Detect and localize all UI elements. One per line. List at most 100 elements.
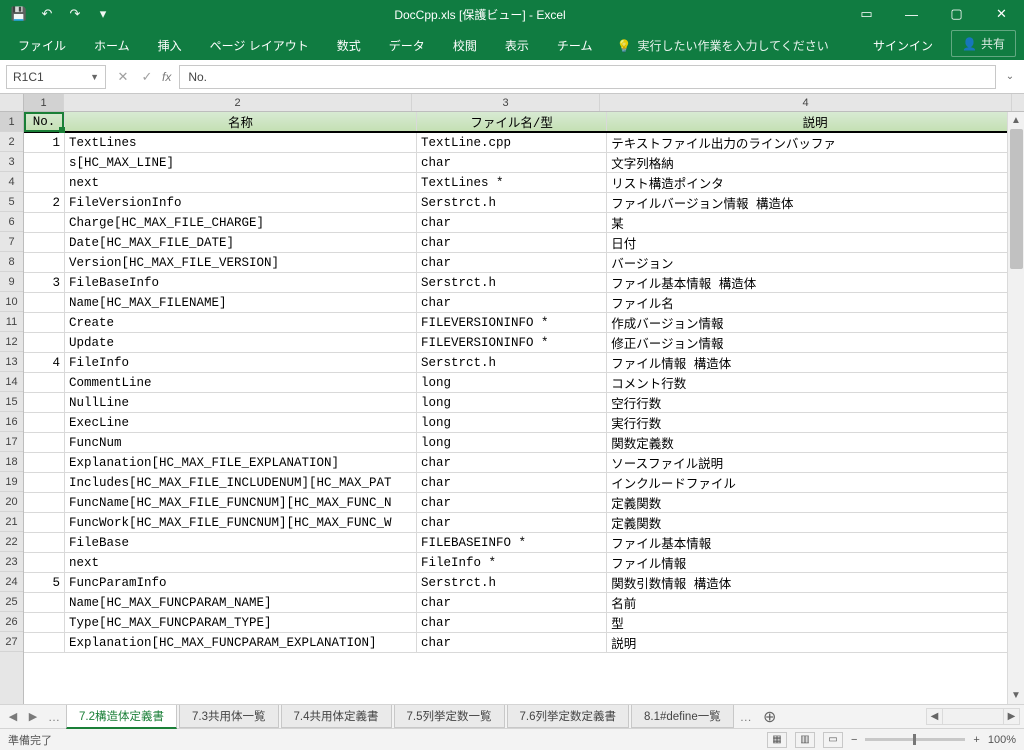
header-file[interactable]: ファイル名/型 (417, 112, 607, 132)
new-sheet-button[interactable]: ⊕ (758, 707, 782, 727)
row-header[interactable]: 3 (0, 152, 23, 172)
table-row[interactable]: Date[HC_MAX_FILE_DATE]char日付 (24, 233, 1024, 253)
cell[interactable] (24, 493, 64, 513)
cell[interactable]: ファイルバージョン情報 構造体 (607, 193, 1024, 213)
share-button[interactable]: 👤 共有 (951, 30, 1016, 57)
header-name[interactable]: 名称 (64, 112, 416, 132)
cell[interactable]: Date[HC_MAX_FILE_DATE] (64, 233, 416, 253)
table-row[interactable]: nextFileInfo *ファイル情報 (24, 553, 1024, 573)
table-row[interactable]: 1TextLinesTextLine.cppテキストファイル出力のラインバッファ (24, 132, 1024, 153)
minimize-button[interactable]: — (889, 0, 934, 28)
table-row[interactable]: Name[HC_MAX_FILENAME]charファイル名 (24, 293, 1024, 313)
cell[interactable]: char (417, 213, 607, 233)
horizontal-scrollbar[interactable]: ◀ ▶ (926, 708, 1020, 725)
cell[interactable]: FILEVERSIONINFO * (417, 313, 607, 333)
cell[interactable]: ファイル情報 構造体 (607, 353, 1024, 373)
fx-icon[interactable]: fx (162, 70, 171, 84)
cell[interactable]: char (417, 593, 607, 613)
tab-review[interactable]: 校閲 (439, 31, 491, 60)
table-row[interactable]: Version[HC_MAX_FILE_VERSION]charバージョン (24, 253, 1024, 273)
row-header[interactable]: 9 (0, 272, 23, 292)
table-row[interactable]: s[HC_MAX_LINE]char文字列格納 (24, 153, 1024, 173)
cell[interactable]: 関数引数情報 構造体 (607, 573, 1024, 593)
chevron-down-icon[interactable]: ▼ (90, 72, 99, 82)
sheet-tab[interactable]: 7.3共用体一覧 (179, 705, 279, 728)
cell[interactable]: 5 (24, 573, 64, 593)
cell[interactable] (24, 313, 64, 333)
cell[interactable]: long (417, 393, 607, 413)
col-header[interactable]: 1 (24, 94, 64, 111)
cell[interactable]: TextLines * (417, 173, 607, 193)
header-desc[interactable]: 説明 (607, 112, 1024, 132)
table-row[interactable]: 3FileBaseInfoSerstrct.hファイル基本情報 構造体 (24, 273, 1024, 293)
cell[interactable]: Serstrct.h (417, 273, 607, 293)
cell[interactable]: char (417, 453, 607, 473)
cell[interactable]: long (417, 413, 607, 433)
tab-nav-next[interactable]: ▶ (24, 710, 42, 723)
cell[interactable] (24, 233, 64, 253)
cell[interactable]: 作成バージョン情報 (607, 313, 1024, 333)
row-header[interactable]: 16 (0, 412, 23, 432)
cell[interactable]: TextLine.cpp (417, 132, 607, 153)
tab-overflow-right[interactable]: … (736, 710, 756, 724)
row-header[interactable]: 1 (0, 112, 23, 132)
cell[interactable]: next (64, 173, 416, 193)
row-header[interactable]: 10 (0, 292, 23, 312)
cell[interactable]: Update (64, 333, 416, 353)
view-pagelayout-icon[interactable]: ▥ (795, 732, 815, 748)
cell[interactable]: next (64, 553, 416, 573)
enter-formula-icon[interactable]: ✓ (136, 66, 158, 88)
cell[interactable]: FuncNum (64, 433, 416, 453)
row-header[interactable]: 14 (0, 372, 23, 392)
col-header[interactable]: 3 (412, 94, 600, 111)
cell[interactable]: FILEBASEINFO * (417, 533, 607, 553)
cell[interactable]: Type[HC_MAX_FUNCPARAM_TYPE] (64, 613, 416, 633)
ribbon-options-button[interactable]: ▭ (844, 0, 889, 28)
cell[interactable]: FileInfo (64, 353, 416, 373)
cell[interactable]: 3 (24, 273, 64, 293)
maximize-button[interactable]: ▢ (934, 0, 979, 28)
cell[interactable] (24, 413, 64, 433)
sheet-tab[interactable]: 7.2構造体定義書 (66, 705, 177, 729)
cell[interactable]: コメント行数 (607, 373, 1024, 393)
cell[interactable]: Name[HC_MAX_FILENAME] (64, 293, 416, 313)
view-normal-icon[interactable]: ▦ (767, 732, 787, 748)
cell[interactable]: 名前 (607, 593, 1024, 613)
row-header[interactable]: 17 (0, 432, 23, 452)
tab-data[interactable]: データ (375, 31, 439, 60)
table-row[interactable]: CommentLinelongコメント行数 (24, 373, 1024, 393)
cell[interactable]: char (417, 233, 607, 253)
zoom-level[interactable]: 100% (988, 734, 1016, 746)
row-header[interactable]: 4 (0, 172, 23, 192)
cell[interactable]: long (417, 373, 607, 393)
cell[interactable]: Charge[HC_MAX_FILE_CHARGE] (64, 213, 416, 233)
col-header[interactable]: 4 (600, 94, 1012, 111)
cell[interactable]: 2 (24, 193, 64, 213)
zoom-slider[interactable] (865, 738, 965, 741)
row-header[interactable]: 24 (0, 572, 23, 592)
cell[interactable]: FileVersionInfo (64, 193, 416, 213)
cell[interactable]: char (417, 473, 607, 493)
row-header[interactable]: 20 (0, 492, 23, 512)
table-row[interactable]: Explanation[HC_MAX_FILE_EXPLANATION]char… (24, 453, 1024, 473)
cell[interactable]: char (417, 253, 607, 273)
cell[interactable] (24, 613, 64, 633)
cell[interactable]: Serstrct.h (417, 193, 607, 213)
table-row[interactable]: 4FileInfoSerstrct.hファイル情報 構造体 (24, 353, 1024, 373)
select-all-corner[interactable] (0, 94, 23, 112)
tab-nav-prev[interactable]: ◀ (4, 710, 22, 723)
cell[interactable]: ファイル名 (607, 293, 1024, 313)
cell[interactable] (24, 293, 64, 313)
cell[interactable]: ExecLine (64, 413, 416, 433)
tab-file[interactable]: ファイル (4, 31, 80, 60)
sheet-tab[interactable]: 8.1#define一覧 (631, 705, 734, 728)
cell[interactable]: インクルードファイル (607, 473, 1024, 493)
row-header[interactable]: 27 (0, 632, 23, 652)
cell[interactable]: 文字列格納 (607, 153, 1024, 173)
cell[interactable]: CommentLine (64, 373, 416, 393)
cell[interactable]: 定義関数 (607, 513, 1024, 533)
cell[interactable] (24, 633, 64, 653)
cell[interactable]: char (417, 633, 607, 653)
sheet-tab[interactable]: 7.5列挙定数一覧 (394, 705, 505, 728)
table-row[interactable]: 5FuncParamInfoSerstrct.h関数引数情報 構造体 (24, 573, 1024, 593)
